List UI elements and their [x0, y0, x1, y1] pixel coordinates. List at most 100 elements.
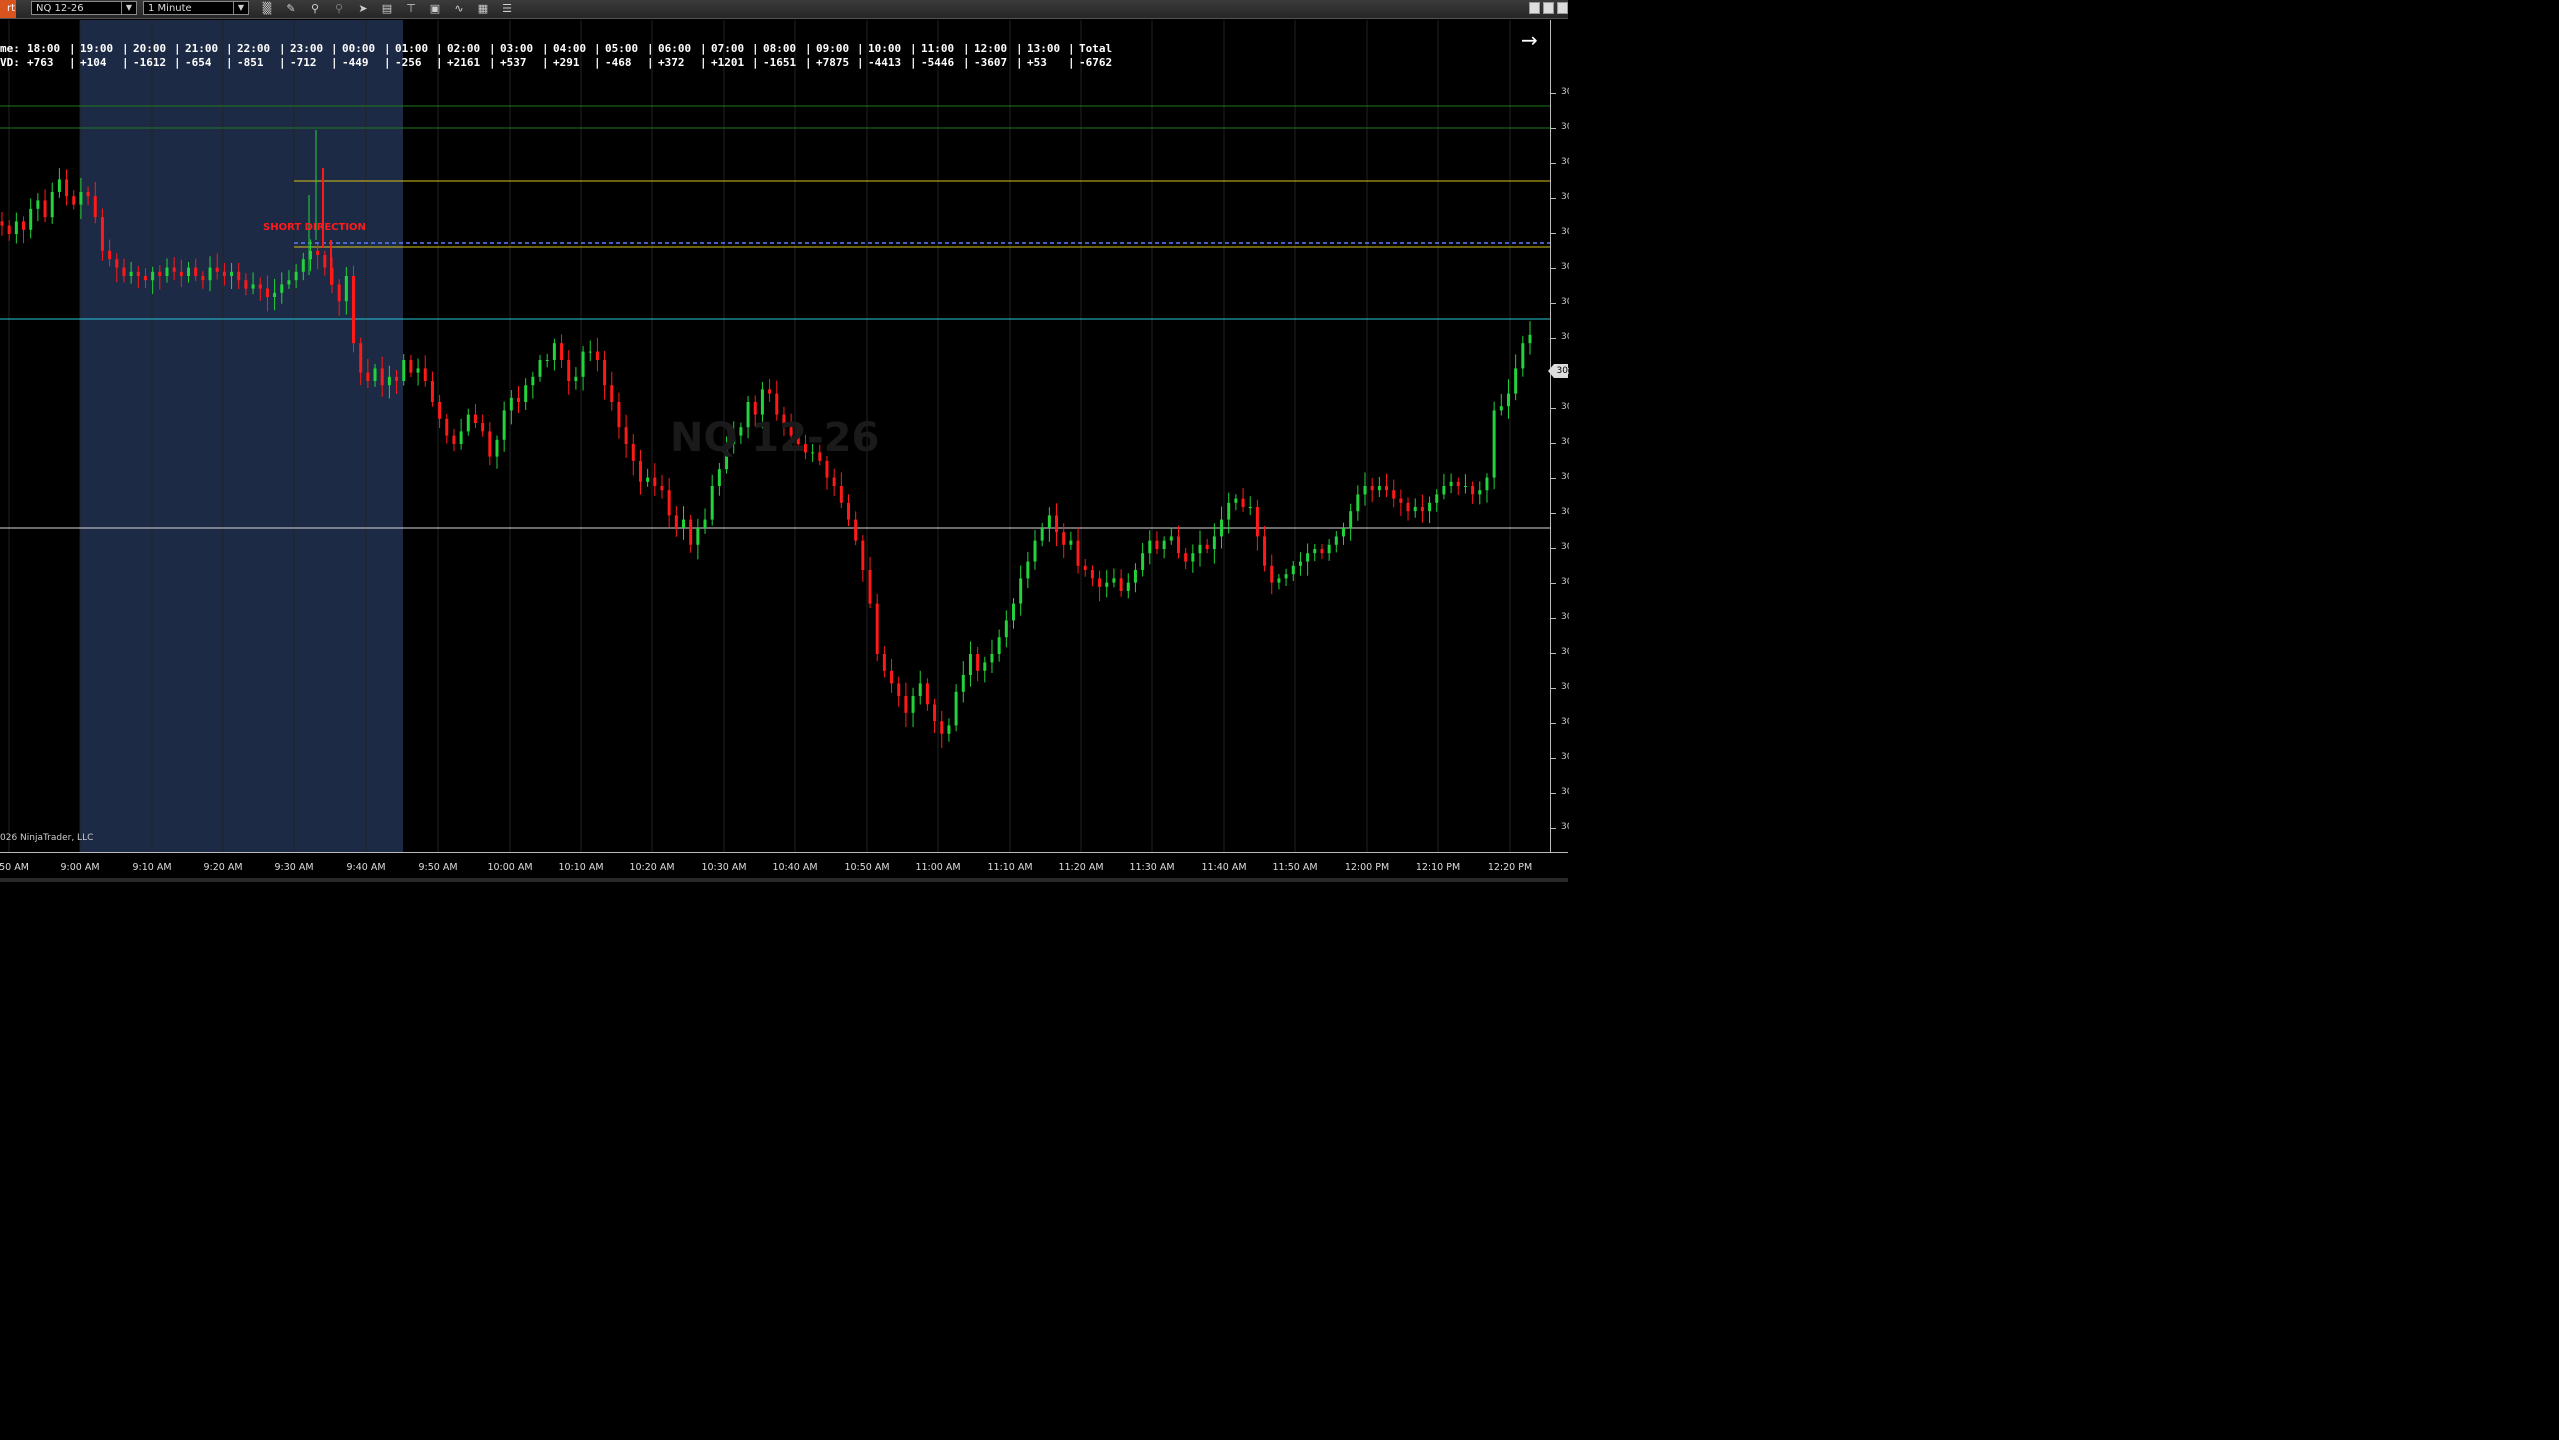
hour-header: 02:00 [447, 42, 481, 55]
vd-value: -449 [342, 56, 369, 69]
candle-body [961, 675, 965, 692]
document-icon[interactable]: ▤ [380, 2, 394, 15]
horizontal-scrollbar[interactable] [0, 878, 1568, 882]
time-tick-label: 12:00 PM [1344, 862, 1390, 873]
candle-body [344, 276, 348, 302]
strategies-icon[interactable]: ▣ [428, 2, 442, 15]
hour-header: 09:00 [816, 42, 850, 55]
bar-chart-icon[interactable]: ▒ [260, 2, 274, 15]
column-separator: | | [910, 42, 917, 69]
price-tick-label: 30 [1561, 227, 1569, 237]
candle-body [1119, 578, 1123, 591]
list-icon[interactable]: ☰ [500, 2, 514, 15]
price-tick [1551, 443, 1556, 444]
hour-header: 12:00 [974, 42, 1008, 55]
price-axis[interactable]: 30 30 30 30 30 30 30 30 30 30 30 30 30 30 30 30 30 30 30 30… [1550, 20, 1569, 852]
candle-body [172, 267, 176, 272]
column-separator: | | [1016, 42, 1023, 69]
column-separator: | | [436, 42, 443, 69]
drawing-tools-icon[interactable]: ∿ [452, 2, 466, 15]
candle-body [14, 221, 18, 234]
vd-value: +537 [500, 56, 527, 69]
candle-body [509, 397, 513, 411]
candle-body [1047, 515, 1051, 528]
price-tick [1551, 723, 1556, 724]
candle-body [50, 192, 54, 218]
instrument-selector[interactable]: NQ 12-26 ▼ [31, 1, 137, 15]
candle-body [567, 360, 571, 381]
candle-body [890, 670, 894, 684]
column-separator: | | [489, 42, 496, 69]
candle-body [22, 221, 26, 230]
vd-value: -256 [395, 56, 422, 69]
candle-body [1392, 490, 1396, 499]
app-tab[interactable]: rt [0, 0, 16, 18]
candle-body [1212, 536, 1216, 549]
vd-value: -3607 [974, 56, 1008, 69]
column-separator: | | [700, 42, 707, 69]
candle-body [143, 276, 147, 281]
price-tick-label: 30 [1561, 577, 1569, 587]
column-separator: | | [384, 42, 391, 69]
vd-value: +1201 [711, 56, 745, 69]
minimize-window-icon[interactable] [1557, 2, 1568, 14]
candle-body [882, 654, 886, 671]
candle-body [997, 637, 1001, 654]
vd-value: -5446 [921, 56, 955, 69]
properties-icon[interactable]: ▦ [476, 2, 490, 15]
price-tick [1551, 303, 1556, 304]
pointer-icon[interactable]: ➤ [356, 2, 370, 15]
tile-window-icon[interactable] [1543, 2, 1554, 14]
candle-body [1191, 553, 1195, 562]
vd-value: -851 [237, 56, 264, 69]
hour-header: 07:00 [711, 42, 745, 55]
pencil-icon[interactable]: ✎ [284, 2, 298, 15]
hour-header: 04:00 [553, 42, 587, 55]
zoom-out-icon[interactable]: ⚲ [332, 2, 346, 15]
candle-body [1399, 498, 1403, 503]
hour-header: 00:00 [342, 42, 376, 55]
time-tick-label: 10:20 AM [629, 862, 675, 873]
vd-value: +291 [553, 56, 580, 69]
hour-header: 10:00 [868, 42, 902, 55]
column-separator: | | [69, 42, 76, 69]
candle-body [215, 267, 219, 272]
candle-body [1148, 540, 1152, 554]
price-tick [1551, 583, 1556, 584]
candle-body [660, 486, 664, 491]
time-axis[interactable]: 50 AM 9:00 AM 9:10 AM 9:20 AM 9:30 AM 9:40 AM… [0, 852, 1568, 879]
vd-value: -6762 [1079, 56, 1113, 69]
candle-body [488, 431, 492, 457]
candle-body [1341, 528, 1345, 537]
candle-body [911, 696, 915, 713]
price-tick [1551, 618, 1556, 619]
candle-body [402, 360, 406, 381]
candle-body [610, 385, 614, 402]
session-highlight [80, 20, 403, 852]
price-tick [1551, 828, 1556, 829]
candle-body [846, 502, 850, 520]
price-tick-label: 30 [1561, 752, 1569, 762]
interval-selector[interactable]: 1 Minute ▼ [143, 1, 249, 15]
price-tick-label: 30 [1561, 647, 1569, 657]
price-tick-label: 30 [1561, 122, 1569, 132]
candle-body [1478, 490, 1482, 495]
indicators-icon[interactable]: ⊤ [404, 2, 418, 15]
zoom-in-icon[interactable]: ⚲ [308, 2, 322, 15]
candle-body [1420, 507, 1424, 512]
candle-body [395, 376, 399, 381]
time-tick-label: 10:50 AM [844, 862, 890, 873]
price-tick-label: 30 [1561, 612, 1569, 622]
candle-body [1176, 536, 1180, 554]
tile-window-icon[interactable] [1529, 2, 1540, 14]
candle-body [100, 217, 104, 251]
candle-body [29, 208, 33, 230]
arrow-right-icon[interactable]: → [1521, 30, 1538, 50]
candle-body [588, 351, 592, 353]
time-tick-label: 11:50 AM [1272, 862, 1318, 873]
hour-header: 21:00 [185, 42, 219, 55]
candle-body [1356, 494, 1360, 512]
vd-value: -1651 [763, 56, 797, 69]
candle-body [230, 271, 234, 276]
candle-body [86, 192, 90, 197]
